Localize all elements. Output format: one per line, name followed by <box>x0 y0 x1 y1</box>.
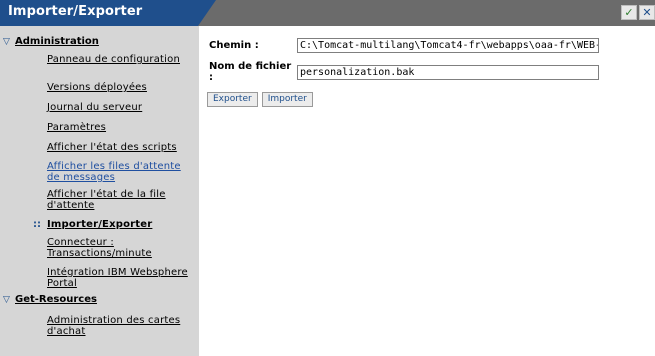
sidebar-item-integration-ibm-websphere[interactable]: Intégration IBM Websphere Portal <box>47 267 197 289</box>
fichier-label: Nom de fichier : <box>209 61 292 83</box>
sidebar-item-importer-exporter[interactable]: Importer/Exporter <box>47 219 197 230</box>
import-button[interactable]: Importer <box>261 92 313 107</box>
title-icons: ✓ ✕ <box>621 5 655 20</box>
chemin-input[interactable]: C:\Tomcat-multilang\Tomcat4-fr\webapps\o… <box>297 38 599 53</box>
expand-triangle-icon[interactable]: ▽ <box>3 37 15 47</box>
chemin-label: Chemin : <box>209 40 259 51</box>
chemin-row: Chemin : C:\Tomcat-multilang\Tomcat4-fr\… <box>209 38 599 53</box>
sidebar-item-afficher-etat-scripts[interactable]: Afficher l'état des scripts <box>47 142 197 153</box>
sidebar-item-administration-cartes-achat[interactable]: Administration des cartes d'achat <box>47 315 197 337</box>
button-group: Exporter Importer <box>207 92 313 107</box>
sidebar-item-connecteur-transactions[interactable]: Connecteur : Transactions/minute <box>47 237 197 259</box>
fichier-input[interactable]: personalization.bak <box>297 64 599 80</box>
close-icon[interactable]: ✕ <box>639 5 655 20</box>
check-icon[interactable]: ✓ <box>621 5 637 20</box>
sidebar-item-journal-du-serveur[interactable]: Journal du serveur <box>47 102 197 113</box>
sidebar-item-afficher-etat-file-attente[interactable]: Afficher l'état de la file d'attente <box>47 189 197 211</box>
sidebar-item-panneau-de-configuration[interactable]: Panneau de configuration <box>47 54 197 65</box>
sidebar-section-get-resources[interactable]: ▽ Get-Resources <box>3 294 97 305</box>
sidebar-item-parametres[interactable]: Paramètres <box>47 122 197 133</box>
sidebar: ▽ Administration Panneau de configuratio… <box>0 26 199 356</box>
title-bar: Importer/Exporter ✓ ✕ <box>0 0 655 26</box>
title-tab: Importer/Exporter <box>0 0 216 26</box>
sidebar-section-label[interactable]: Administration <box>15 36 99 47</box>
main-content: Chemin : C:\Tomcat-multilang\Tomcat4-fr\… <box>199 26 655 356</box>
export-button[interactable]: Exporter <box>207 92 258 107</box>
fichier-row: Nom de fichier : personalization.bak <box>209 61 599 83</box>
sidebar-section-label[interactable]: Get-Resources <box>15 294 97 305</box>
active-bullet-icon: :: <box>33 219 41 230</box>
expand-triangle-icon[interactable]: ▽ <box>3 295 15 305</box>
sidebar-section-administration[interactable]: ▽ Administration <box>3 36 99 47</box>
sidebar-item-versions-deployees[interactable]: Versions déployées <box>47 82 197 93</box>
sidebar-item-afficher-files-attente[interactable]: Afficher les files d'attente de messages <box>47 161 197 183</box>
page-title: Importer/Exporter <box>8 4 143 19</box>
